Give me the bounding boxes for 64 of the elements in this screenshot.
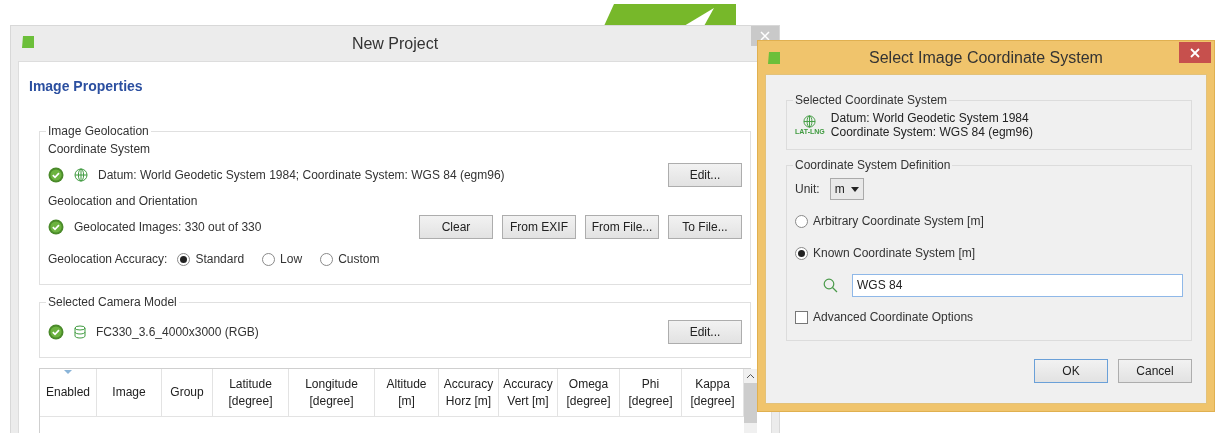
geolocated-images-text: Geolocated Images: 330 out of 330 [74, 220, 262, 234]
column-header[interactable]: Accuracy Horz [m] [439, 369, 499, 417]
group-title: Selected Camera Model [47, 295, 178, 309]
field-label: Geolocation and Orientation [48, 194, 199, 208]
window-title: New Project [351, 34, 439, 53]
scroll-up-icon[interactable] [746, 373, 755, 379]
dropdown-caret-icon [850, 186, 859, 192]
column-header[interactable]: Latitude [degree] [213, 369, 289, 417]
dialog-title: Select Image Coordinate System [869, 48, 1103, 67]
group-title: Coordinate System Definition [794, 158, 952, 172]
app-logo-icon [767, 51, 781, 65]
group-title: Image Geolocation [47, 124, 150, 138]
coordinate-system-text: Datum: World Geodetic System 1984; Coordinate System: WGS 84 (egm96) [98, 168, 505, 182]
database-icon [74, 325, 86, 339]
checkbox[interactable] [795, 310, 808, 324]
group-title: Selected Coordinate System [794, 93, 949, 107]
radio-option[interactable]: Known Coordinate System [m] [795, 246, 976, 260]
dialog-button[interactable]: OK [1034, 359, 1108, 383]
field-label: Coordinate System [48, 142, 152, 156]
dialog-button[interactable]: Cancel [1118, 359, 1192, 383]
globe-icon [803, 114, 817, 128]
datum-text: Datum: World Geodetic System 1984 [830, 111, 1030, 125]
action-button[interactable]: From File... [585, 215, 659, 239]
sort-arrow-icon [64, 370, 72, 374]
app-logo-icon [21, 35, 35, 49]
radio-option[interactable]: Arbitrary Coordinate System [m] [795, 214, 984, 228]
check-icon [48, 324, 64, 340]
radio-option[interactable]: Custom [320, 252, 380, 266]
camera-model-text: FC330_3.6_4000x3000 (RGB) [96, 325, 259, 339]
checkbox-option[interactable]: Advanced Coordinate Options [795, 310, 974, 324]
action-button[interactable]: From EXIF [502, 215, 576, 239]
radio-option[interactable]: Standard [177, 252, 245, 266]
radio-icon[interactable] [262, 252, 276, 266]
radio-icon[interactable] [177, 252, 191, 266]
search-icon [823, 277, 838, 293]
field-label: Geolocation Accuracy: [48, 252, 168, 266]
field-label: Unit: [795, 182, 820, 196]
column-header[interactable]: Image [97, 369, 162, 417]
column-header[interactable]: Altitude [m] [375, 369, 439, 417]
radio-icon[interactable] [320, 252, 334, 266]
column-header[interactable]: Enabled [40, 369, 97, 417]
coordinate-system-text: Coordinate System: WGS 84 (egm96) [830, 125, 1033, 139]
column-header[interactable]: Phi [degree] [620, 369, 682, 417]
column-header[interactable]: Omega [degree] [558, 369, 620, 417]
edit-button[interactable]: Edit... [668, 163, 742, 187]
section-heading: Image Properties [29, 78, 144, 94]
column-header[interactable]: Group [162, 369, 213, 417]
unit-dropdown[interactable]: m [829, 178, 864, 200]
column-header[interactable]: Accuracy Vert [m] [499, 369, 558, 417]
globe-icon [74, 168, 88, 182]
action-button[interactable]: Clear [419, 215, 493, 239]
column-header[interactable]: Longitude [degree] [289, 369, 375, 417]
scrollbar[interactable] [744, 369, 757, 433]
edit-button[interactable]: Edit... [668, 320, 742, 344]
check-icon [48, 167, 64, 183]
check-icon [48, 219, 64, 235]
close-button[interactable] [1179, 42, 1211, 63]
radio-option[interactable]: Low [262, 252, 303, 266]
action-button[interactable]: To File... [668, 215, 742, 239]
close-icon [1190, 47, 1200, 58]
radio-icon[interactable] [795, 214, 808, 228]
radio-icon[interactable] [795, 246, 808, 260]
close-icon [760, 31, 770, 41]
search-field[interactable]: WGS 84 [852, 273, 1183, 297]
